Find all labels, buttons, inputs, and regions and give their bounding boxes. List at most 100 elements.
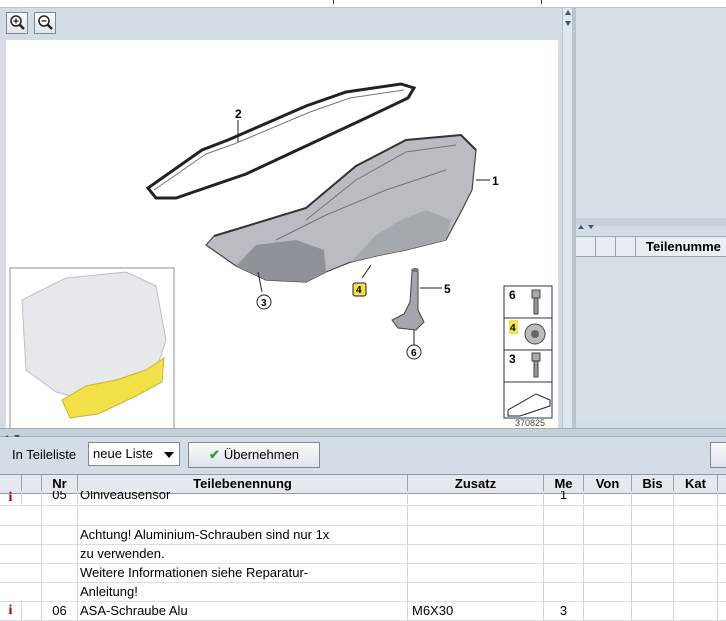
table-cell [42, 544, 78, 563]
list-select-value: neue Liste [93, 446, 153, 461]
parts-list-label: In Teileliste [12, 447, 77, 462]
oil-pan-diagram: 1 2 3 4 5 6 6 4 3 370825 [9, 82, 553, 431]
column-header[interactable] [596, 237, 616, 256]
callout-2[interactable]: 2 [235, 107, 242, 121]
table-cell [408, 506, 544, 525]
zoom-out-icon [38, 15, 53, 30]
table-cell [584, 491, 632, 505]
top-strip [0, 0, 726, 8]
table-cell [632, 601, 674, 620]
right-top-panel [576, 8, 726, 218]
apply-button[interactable]: ✔ Übernehmen [188, 442, 320, 468]
parts-drawing[interactable]: 1 2 3 4 5 6 6 4 3 370825 [6, 40, 558, 431]
splitter-arrows-icon [578, 225, 594, 229]
table-cell [42, 525, 78, 544]
table-cell-note: Anleitung! [78, 582, 408, 601]
info-icon[interactable]: i [0, 601, 22, 620]
image-number: 370825 [515, 418, 545, 428]
table-cell-nr: 06 [42, 601, 78, 620]
horizontal-splitter[interactable] [0, 428, 726, 439]
legend-label-4: 4 [510, 323, 516, 334]
legend-label-3: 3 [509, 352, 516, 366]
list-select[interactable]: neue Liste [88, 442, 180, 466]
table-cell-note: Weitere Informationen siehe Reparatur- [78, 563, 408, 582]
table-cell-name: ASA-Schraube Alu [78, 601, 408, 620]
chevron-down-icon [164, 452, 174, 458]
table-cell [632, 582, 674, 601]
table-cell [408, 563, 544, 582]
part-number-table: Teilenumme [576, 236, 726, 421]
table-cell [42, 582, 78, 601]
table-cell [674, 563, 718, 582]
table-cell-me: 1 [544, 491, 584, 504]
table-cell [544, 582, 584, 601]
table-row[interactable]: Weitere Informationen siehe Reparatur- [0, 563, 726, 583]
table-cell-note: zu verwenden. [78, 544, 408, 563]
table-cell [408, 525, 544, 544]
strip-tick [333, 0, 334, 4]
table-cell [584, 582, 632, 601]
zoom-in-button[interactable] [6, 12, 28, 34]
table-cell [544, 563, 584, 582]
table-cell [584, 601, 632, 620]
callout-3[interactable]: 3 [261, 298, 267, 309]
table-cell [544, 506, 584, 525]
table-cell [632, 544, 674, 563]
table-cell [632, 506, 674, 525]
table-row[interactable]: zu verwenden. [0, 544, 726, 564]
table-cell [674, 601, 718, 620]
column-header[interactable] [576, 237, 596, 256]
table-cell [544, 525, 584, 544]
right-splitter[interactable] [576, 218, 726, 229]
table-cell [22, 506, 42, 525]
strip-tick [541, 0, 542, 4]
table-cell [674, 506, 718, 525]
column-header[interactable] [616, 237, 636, 256]
table-cell [674, 544, 718, 563]
plug-center-icon [531, 330, 539, 338]
table-row[interactable]: Achtung! Aluminium-Schrauben sind nur 1x [0, 525, 726, 545]
table-cell [22, 491, 42, 505]
table-cell [544, 544, 584, 563]
table-cell-note: Achtung! Aluminium-Schrauben sind nur 1x [78, 525, 408, 544]
table-cell [632, 491, 674, 505]
table-cell [42, 506, 78, 525]
table-row[interactable]: i 05 Ölniveausensor 1 [0, 491, 726, 506]
legend-label-6: 6 [509, 288, 516, 302]
info-icon[interactable]: i [0, 491, 22, 505]
table-cell-me: 3 [544, 601, 584, 620]
table-cell [22, 525, 42, 544]
table-cell [42, 563, 78, 582]
table-cell [674, 582, 718, 601]
table-row[interactable]: i 06 ASA-Schraube Alu M6X30 3 [0, 601, 726, 621]
table-cell [584, 544, 632, 563]
table-cell [408, 544, 544, 563]
table-cell [22, 544, 42, 563]
table-cell [408, 582, 544, 601]
table-cell [22, 563, 42, 582]
diagram-pane: 1 2 3 4 5 6 6 4 3 370825 [0, 8, 572, 431]
table-cell [22, 601, 42, 620]
screw-shaft-icon [533, 360, 539, 378]
zoom-out-button[interactable] [34, 12, 56, 34]
callout-6[interactable]: 6 [411, 348, 417, 359]
sensor-top [411, 268, 419, 272]
leader-line [361, 264, 372, 279]
apply-button-label: Übernehmen [223, 447, 300, 462]
screw-icon [531, 352, 541, 362]
bolt-shaft-icon [533, 297, 539, 315]
table-row[interactable] [0, 506, 726, 526]
callout-4[interactable]: 4 [356, 285, 362, 296]
callout-1[interactable]: 1 [492, 174, 499, 188]
table-cell-name: Ölniveausensor [78, 491, 408, 504]
callout-5[interactable]: 5 [444, 282, 451, 296]
right-pane: Teilenumme [576, 8, 726, 428]
bolt-icon [531, 289, 541, 299]
table-cell [674, 491, 718, 505]
table-row[interactable]: Anleitung! [0, 582, 726, 602]
extra-button[interactable] [710, 442, 726, 468]
column-header-teilenummer[interactable]: Teilenumme [640, 237, 726, 256]
table-cell [674, 525, 718, 544]
table-cell [22, 582, 42, 601]
table-cell-name [78, 506, 408, 525]
